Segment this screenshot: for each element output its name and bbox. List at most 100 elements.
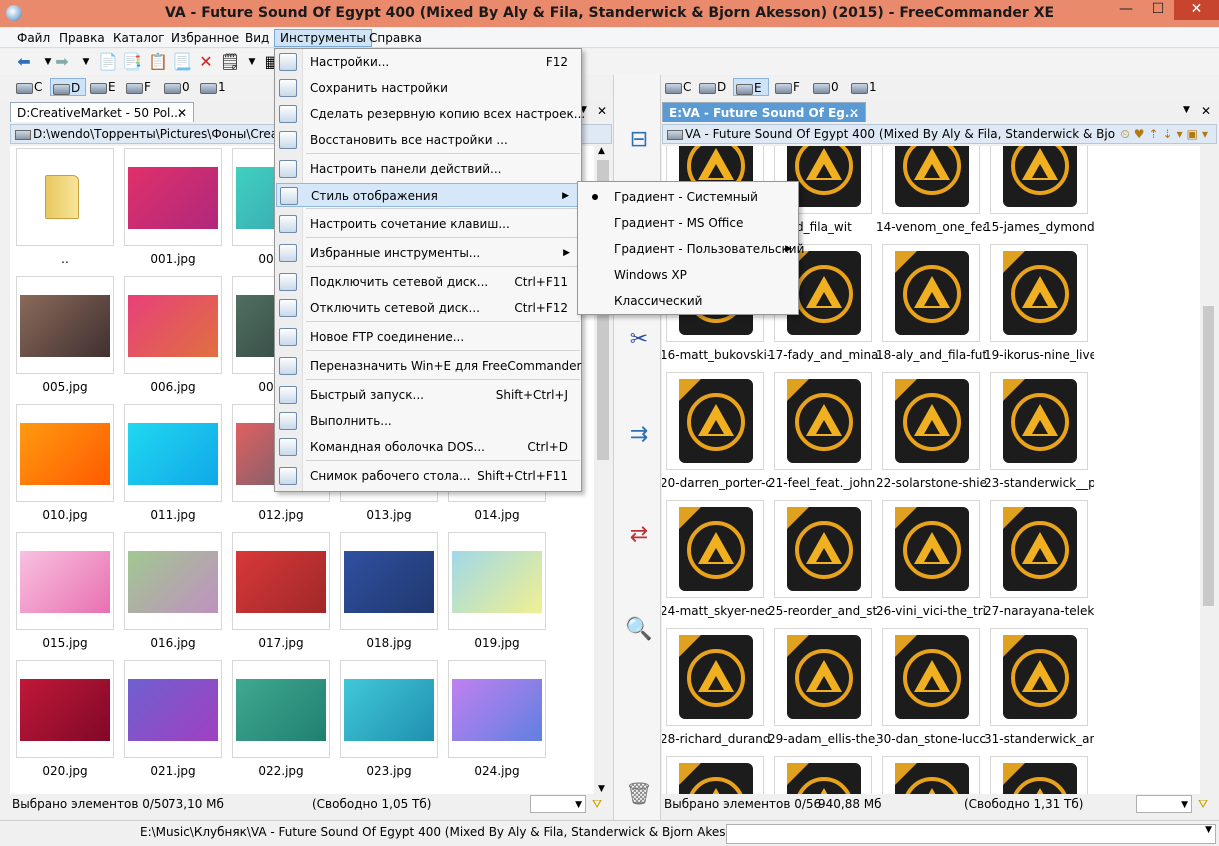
style-option[interactable]: Градиент - MS Office <box>580 210 796 236</box>
recycle-bin-icon[interactable]: 🗑 <box>624 780 654 810</box>
file-thumbnail[interactable] <box>232 660 330 758</box>
mp3-file-tile[interactable]: 18-aly_and_fila-futu <box>876 244 990 372</box>
mp3-file-tile[interactable] <box>882 756 990 794</box>
menu-view[interactable]: Вид <box>240 29 274 47</box>
file-thumbnail[interactable] <box>774 372 872 470</box>
drive-0-button[interactable]: 0 <box>162 78 190 96</box>
style-option[interactable]: Градиент - Системный <box>580 184 796 210</box>
file-thumbnail[interactable] <box>16 148 114 246</box>
mp3-file-tile[interactable]: 24-matt_skyer-necr <box>662 500 774 628</box>
file-tile[interactable]: 023.jpg <box>340 660 448 788</box>
copy-icon[interactable]: 📄 <box>98 52 118 72</box>
file-tile[interactable]: 005.jpg <box>16 276 124 404</box>
file-tile[interactable]: 021.jpg <box>124 660 232 788</box>
tools-menu-item[interactable]: Сделать резервную копию всех настроек... <box>276 102 585 126</box>
chevron-down-icon[interactable]: ▼ <box>242 52 262 72</box>
file-thumbnail[interactable] <box>990 628 1088 726</box>
file-thumbnail[interactable] <box>774 500 872 598</box>
file-thumbnail[interactable] <box>16 276 114 374</box>
right-tab[interactable]: E:VA - Future Sound Of Eg... ✕ <box>662 102 866 122</box>
mp3-file-tile[interactable]: 23-standerwick__p <box>984 372 1098 500</box>
maximize-button[interactable]: ☐ <box>1142 0 1174 20</box>
app-icon[interactable] <box>6 5 22 21</box>
mp3-file-tile[interactable] <box>666 756 774 794</box>
file-thumbnail[interactable] <box>124 404 222 502</box>
right-filter-combo[interactable]: ▼ <box>1136 795 1192 813</box>
drive-d-button[interactable]: D <box>50 78 86 96</box>
close-tab-icon[interactable]: ✕ <box>177 103 187 123</box>
back-arrow-icon[interactable]: ⬅ <box>14 52 34 72</box>
right-path-bar[interactable]: VA - Future Sound Of Egypt 400 (Mixed By… <box>662 124 1217 144</box>
file-thumbnail[interactable] <box>882 756 980 794</box>
menu-help[interactable]: Справка <box>364 29 427 47</box>
right-scrollbar[interactable] <box>1200 146 1217 794</box>
tools-menu-item[interactable]: Командная оболочка DOS... Ctrl+D <box>276 435 578 459</box>
file-thumbnail[interactable] <box>16 532 114 630</box>
move-icon[interactable]: 📑 <box>122 52 142 72</box>
menu-favorites[interactable]: Избранное <box>166 29 244 47</box>
left-filter-combo[interactable]: ▼ <box>530 795 586 813</box>
file-thumbnail[interactable] <box>990 244 1088 342</box>
mp3-file-tile[interactable]: 28-richard_durand- <box>662 628 774 756</box>
file-thumbnail[interactable] <box>882 500 980 598</box>
mp3-file-tile[interactable]: 25-reorder_and_st <box>768 500 882 628</box>
file-thumbnail[interactable] <box>990 372 1088 470</box>
file-tile[interactable]: .. <box>16 148 124 276</box>
scrollbar-thumb[interactable] <box>1203 306 1214 606</box>
mp3-file-tile[interactable]: 19-ikorus-nine_lives <box>984 244 1098 372</box>
mp3-file-tile[interactable]: 21-feel_feat._john <box>768 372 882 500</box>
file-tile[interactable]: 024.jpg <box>448 660 556 788</box>
file-tile[interactable]: 001.jpg <box>124 148 232 276</box>
close-icon[interactable]: ✕ <box>597 104 607 118</box>
file-thumbnail[interactable] <box>666 372 764 470</box>
tools-menu-item[interactable]: Новое FTP соединение... <box>276 325 578 349</box>
file-tile[interactable]: 010.jpg <box>16 404 124 532</box>
command-input[interactable]: ▼ <box>726 824 1216 844</box>
file-tile[interactable]: 015.jpg <box>16 532 124 660</box>
drive-c-button[interactable]: C <box>663 78 691 96</box>
search-icon[interactable]: 🔍 <box>624 615 654 645</box>
menu-folder[interactable]: Каталог <box>108 29 170 47</box>
file-thumbnail[interactable] <box>990 146 1088 214</box>
file-thumbnail[interactable] <box>124 148 222 246</box>
paste-icon[interactable]: 📋 <box>148 52 168 72</box>
file-thumbnail[interactable] <box>882 244 980 342</box>
chevron-down-icon[interactable]: ▼ <box>1183 105 1190 115</box>
copy-to-other-icon[interactable]: ⇉ <box>624 420 654 450</box>
file-thumbnail[interactable] <box>666 628 764 726</box>
file-tile[interactable]: 020.jpg <box>16 660 124 788</box>
file-thumbnail[interactable] <box>990 756 1088 794</box>
drive-f-button[interactable]: F <box>124 78 151 96</box>
menu-tools[interactable]: Инструменты <box>274 29 372 47</box>
mp3-file-tile[interactable]: 30-dan_stone-lucca <box>876 628 990 756</box>
drive-e-button[interactable]: E <box>733 78 769 96</box>
tools-menu-item[interactable]: Подключить сетевой диск... Ctrl+F11 <box>276 270 578 294</box>
chevron-down-icon[interactable]: ▼ <box>76 52 96 72</box>
filter-icon[interactable]: ⛛ <box>592 794 602 814</box>
tools-menu-item[interactable]: Переназначить Win+E для FreeCommander <box>276 354 581 378</box>
file-thumbnail[interactable] <box>340 660 438 758</box>
mp3-file-tile[interactable]: 15-james_dymond- <box>984 146 1098 244</box>
file-tile[interactable]: 006.jpg <box>124 276 232 404</box>
file-tile[interactable]: 016.jpg <box>124 532 232 660</box>
file-thumbnail[interactable] <box>232 532 330 630</box>
file-thumbnail[interactable] <box>882 628 980 726</box>
style-option[interactable]: Windows XP <box>580 262 796 288</box>
move-to-other-icon[interactable]: ⇄ <box>624 520 654 550</box>
mp3-file-tile[interactable]: 22-solarstone-shiel <box>876 372 990 500</box>
mp3-file-tile[interactable]: 29-adam_ellis-the_ <box>768 628 882 756</box>
file-thumbnail[interactable] <box>882 372 980 470</box>
filter-icon[interactable]: ⛛ <box>1198 794 1208 814</box>
path-tools-icon[interactable]: ⏲♥⇡⇣▾▣▾ <box>1120 125 1212 143</box>
drive-d-button[interactable]: D <box>697 78 726 96</box>
minimize-button[interactable]: — <box>1110 0 1142 20</box>
style-option[interactable]: Классический <box>580 288 796 314</box>
tools-menu-item[interactable]: Настройки... F12 <box>276 50 578 74</box>
delete-icon[interactable]: ✕ <box>196 52 216 72</box>
close-tab-icon[interactable]: ✕ <box>849 103 859 123</box>
file-thumbnail[interactable] <box>448 532 546 630</box>
tools-menu-item[interactable]: Сохранить настройки <box>276 76 578 100</box>
tools-menu-item[interactable]: Восстановить все настройки ... <box>276 128 578 152</box>
drive-1-button[interactable]: 1 <box>198 78 226 96</box>
properties-icon[interactable]: 🗒 <box>220 52 240 72</box>
